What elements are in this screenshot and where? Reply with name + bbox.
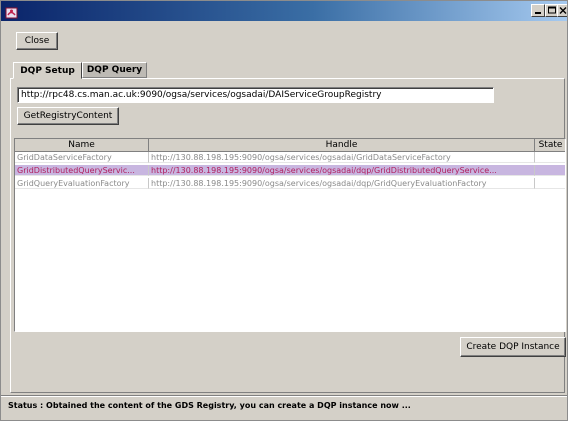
close-button[interactable]: Close bbox=[16, 32, 58, 50]
registry-table[interactable]: Name Handle State GridDataServiceFactory… bbox=[14, 138, 566, 332]
table-row[interactable]: GridDataServiceFactory http://130.88.198… bbox=[15, 152, 565, 163]
close-icon bbox=[559, 7, 567, 14]
cell-name: GridQueryEvaluationFactory bbox=[15, 178, 149, 189]
tab-dqp-query[interactable]: DQP Query bbox=[82, 62, 147, 78]
java-app-icon bbox=[5, 4, 18, 19]
minimize-icon bbox=[535, 12, 541, 14]
cell-name: GridDistributedQueryServic... bbox=[15, 165, 149, 176]
app-window: Close DQP Setup DQP Query GetRegistryCon… bbox=[0, 0, 568, 421]
close-window-button[interactable] bbox=[557, 4, 567, 17]
title-bar[interactable] bbox=[1, 1, 567, 21]
cell-handle: http://130.88.198.195:9090/ogsa/services… bbox=[149, 178, 535, 189]
status-bar: Status : Obtained the content of the GDS… bbox=[8, 401, 411, 410]
create-dqp-instance-button[interactable]: Create DQP Instance bbox=[460, 337, 566, 357]
cell-state bbox=[535, 178, 565, 189]
table-row[interactable]: GridDistributedQueryServic... http://130… bbox=[15, 165, 565, 176]
registry-url-input[interactable] bbox=[17, 87, 494, 103]
status-divider bbox=[1, 395, 567, 397]
cell-handle: http://130.88.198.195:9090/ogsa/services… bbox=[149, 152, 535, 163]
column-header-name[interactable]: Name bbox=[15, 139, 149, 152]
minimize-button[interactable] bbox=[531, 4, 545, 17]
table-header: Name Handle State bbox=[15, 139, 565, 152]
cell-state bbox=[535, 152, 565, 163]
cell-name: GridDataServiceFactory bbox=[15, 152, 149, 163]
cell-state bbox=[535, 165, 565, 176]
column-header-handle[interactable]: Handle bbox=[149, 139, 535, 152]
table-row[interactable]: GridQueryEvaluationFactory http://130.88… bbox=[15, 178, 565, 189]
tab-dqp-setup[interactable]: DQP Setup bbox=[13, 62, 82, 79]
column-header-state[interactable]: State bbox=[535, 139, 565, 152]
get-registry-content-button[interactable]: GetRegistryContent bbox=[17, 107, 119, 125]
cell-handle: http://130.88.198.195:9090/ogsa/services… bbox=[149, 165, 535, 176]
